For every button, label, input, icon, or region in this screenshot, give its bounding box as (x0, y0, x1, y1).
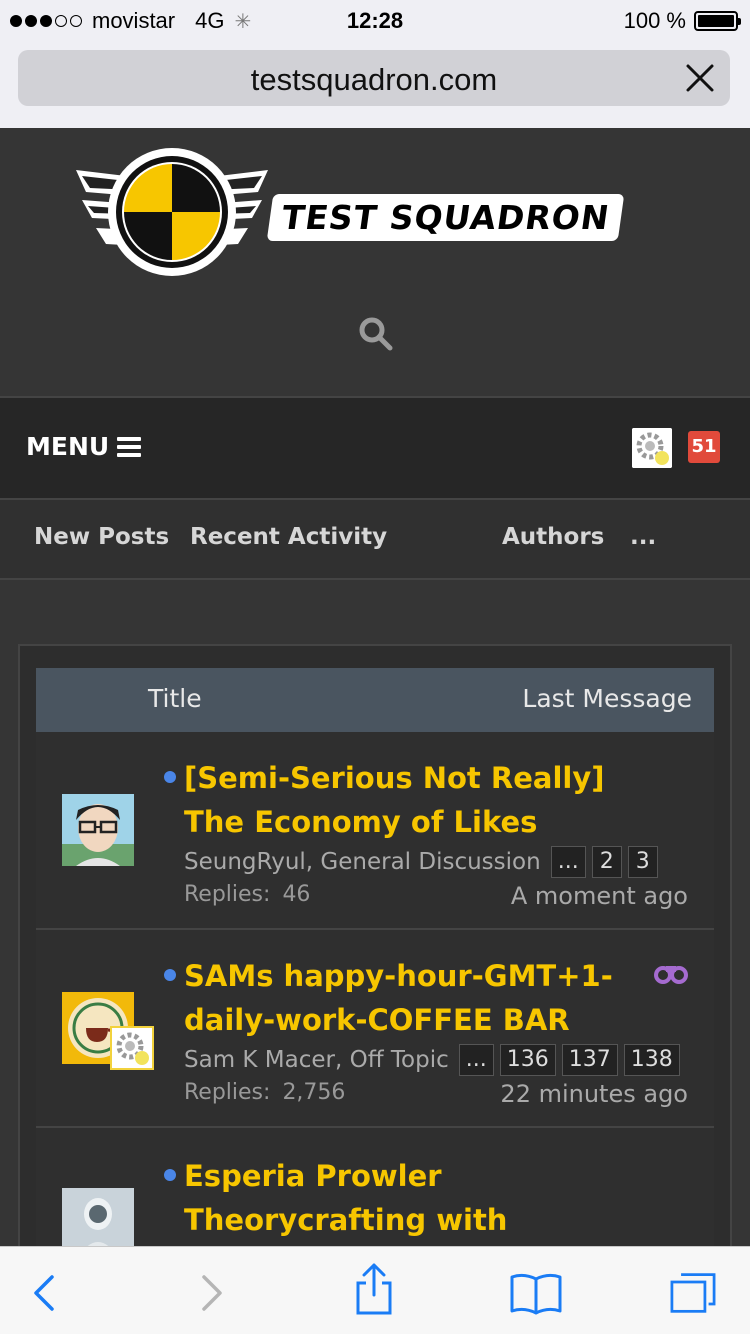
browser-address-area: testsquadron.com (0, 40, 750, 128)
menu-button[interactable]: MENU (26, 432, 142, 461)
page-link[interactable]: 3 (627, 846, 658, 878)
avatar[interactable] (62, 794, 134, 866)
tab-new-posts[interactable]: New Posts (34, 524, 169, 550)
battery-percent: 100 % (623, 8, 686, 33)
thread-stats: Replies: 46 A moment ago (184, 882, 688, 910)
thread-title[interactable]: SAMs happy-hour-GMT+1-daily-work-COFFEE … (184, 959, 613, 1037)
bookmarks-icon[interactable] (508, 1271, 564, 1315)
menu-label: MENU (26, 432, 110, 461)
close-icon[interactable] (684, 62, 716, 94)
thread-pager: ... 136 137 138 (458, 1044, 680, 1076)
page-link[interactable]: 2 (591, 846, 622, 878)
page-link[interactable]: ... (458, 1044, 494, 1076)
thread-meta: Sam K Macer, Off Topic ... 136 137 138 (184, 1044, 688, 1076)
sub-navigation: New Posts Recent Activity Authors ... (0, 500, 750, 580)
status-bar: movistar 4G ✳ 12:28 100 % (0, 0, 750, 40)
site-title[interactable]: TEST SQUADRON (266, 194, 625, 241)
thread-stats: Replies: 2,756 22 minutes ago (184, 1080, 688, 1108)
thread-row[interactable]: SAMs happy-hour-GMT+1-daily-work-COFFEE … (36, 930, 714, 1128)
replies-count: 2,756 (282, 1080, 346, 1105)
page-link[interactable]: 138 (623, 1044, 680, 1076)
tab-recent-activity[interactable]: Recent Activity (190, 524, 387, 550)
replies-count: 46 (282, 882, 311, 907)
url-text[interactable]: testsquadron.com (18, 62, 730, 98)
thread-author-forum[interactable]: SeungRyul, General Discussion (184, 849, 541, 875)
unread-dot-icon (164, 771, 176, 783)
thread-title-link[interactable]: [Semi-Serious Not Really] The Economy of… (164, 756, 664, 844)
thread-meta: SeungRyul, General Discussion ... 2 3 (184, 846, 688, 878)
tabs-icon[interactable] (666, 1271, 720, 1315)
tab-more[interactable]: ... (630, 524, 656, 550)
tab-authors[interactable]: Authors (502, 524, 604, 550)
page-link[interactable]: ... (550, 846, 586, 878)
search-icon[interactable] (356, 314, 396, 354)
battery-icon (694, 11, 741, 31)
browser-toolbar (0, 1246, 750, 1334)
staff-badge-icon (110, 1026, 154, 1070)
thread-list-header: Title Last Message (36, 668, 714, 732)
last-message-time[interactable]: A moment ago (511, 882, 688, 910)
page-link[interactable]: 137 (561, 1044, 618, 1076)
hamburger-icon (117, 436, 142, 457)
back-icon[interactable] (22, 1271, 70, 1315)
last-message-time[interactable]: 22 minutes ago (500, 1080, 688, 1108)
thread-row[interactable]: Esperia Prowler Theorycrafting with Purc… (36, 1128, 714, 1281)
column-last-message[interactable]: Last Message (522, 684, 692, 713)
thread-title-link[interactable]: SAMs happy-hour-GMT+1-daily-work-COFFEE … (164, 954, 664, 1042)
thread-row[interactable]: [Semi-Serious Not Really] The Economy of… (36, 732, 714, 930)
thread-title[interactable]: [Semi-Serious Not Really] The Economy of… (184, 761, 605, 839)
page-link[interactable]: 136 (499, 1044, 556, 1076)
thread-author-forum[interactable]: Sam K Macer, Off Topic (184, 1047, 449, 1073)
unread-dot-icon (164, 1169, 176, 1181)
notification-badge[interactable]: 51 (688, 431, 720, 463)
address-bar[interactable]: testsquadron.com (18, 50, 730, 106)
forward-icon[interactable] (186, 1271, 234, 1315)
main-navbar: MENU 51 (0, 396, 750, 500)
replies-label: Replies: (184, 882, 271, 907)
column-title[interactable]: Title (148, 684, 202, 713)
share-icon[interactable] (350, 1261, 398, 1317)
test-squadron-logo[interactable] (72, 148, 272, 288)
user-avatar[interactable] (632, 428, 672, 468)
site-header: TEST SQUADRON (0, 128, 750, 396)
replies-label: Replies: (184, 1080, 271, 1105)
thread-pager: ... 2 3 (550, 846, 658, 878)
unread-dot-icon (164, 969, 176, 981)
